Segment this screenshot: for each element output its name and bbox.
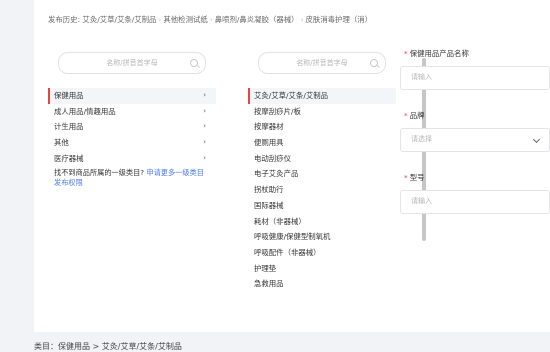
brand-label-text: 品牌 <box>409 111 425 120</box>
level1-search-box[interactable] <box>58 52 206 74</box>
selected-category-path: 类目：保健用品 > 艾灸/艾草/艾条/艾制品 <box>34 342 182 351</box>
level1-category-column: 保健用品 › 成人用品/情趣用品 › 计生用品 › 其他 › 医疗器械 › 找不… <box>48 48 216 332</box>
subcategory-item[interactable]: 电子艾灸产品 <box>248 166 396 182</box>
product-form: *保健用品产品名称 *品牌 *型号 <box>400 48 550 214</box>
publish-history: 发布历史: 艾灸/艾草/艾条/艾制品 › 其他检测试纸 › 鼻喷剂/鼻炎凝胶（器… <box>48 14 372 25</box>
category-item-family-planning[interactable]: 计生用品 › <box>48 119 216 135</box>
history-item[interactable]: 艾灸/艾草/艾条/艾制品 <box>82 14 156 25</box>
required-mark: * <box>404 111 408 120</box>
chevron-right-icon: › <box>203 138 206 147</box>
history-label: 发布历史: <box>48 15 81 24</box>
product-name-label: * 保健用品产品名称 <box>404 48 550 60</box>
category-item-other[interactable]: 其他 › <box>48 135 216 151</box>
history-item[interactable]: 其他检测试纸 <box>163 14 207 25</box>
required-mark: * <box>404 49 408 58</box>
category-not-found-note: 找不到商品所属的一级类目? 申请更多一级类目发布权限 <box>48 168 216 188</box>
subcategory-label: 呼吸健康/保健型制氧机 <box>254 232 331 242</box>
subcategory-item[interactable]: 急救用品 <box>248 276 396 292</box>
model-field[interactable] <box>400 190 550 214</box>
subcategory-item[interactable]: 耗材（非器械） <box>248 214 396 230</box>
chevron-right-icon: › <box>203 153 206 162</box>
brand-label: * 品牌 <box>404 110 550 122</box>
history-separator: › <box>300 15 304 24</box>
level2-search-input[interactable] <box>269 58 375 68</box>
category-item-label: 医疗器械 <box>54 153 84 163</box>
product-name-field[interactable] <box>400 66 550 90</box>
subcategory-item[interactable]: 电动刮痧仪 <box>248 151 396 167</box>
category-item-medical-devices[interactable]: 医疗器械 › <box>48 151 216 167</box>
category-item-label: 其他 <box>54 138 69 148</box>
subcategory-item[interactable]: 按摩器材 <box>248 119 396 135</box>
chevron-right-icon: › <box>203 122 206 131</box>
subcategory-label: 国际器械 <box>254 200 284 210</box>
chevron-down-icon <box>532 135 541 144</box>
category-item-health-products[interactable]: 保健用品 › <box>48 88 216 104</box>
subcategory-label: 急救用品 <box>254 279 284 289</box>
subcategory-label: 电子艾灸产品 <box>254 169 299 179</box>
subcategory-item[interactable]: 便厕用具 <box>248 135 396 151</box>
chevron-right-icon: › <box>203 106 206 115</box>
model-label: * 型号 <box>404 172 550 184</box>
level1-category-list: 保健用品 › 成人用品/情趣用品 › 计生用品 › 其他 › 医疗器械 › 找不… <box>48 88 216 188</box>
subcategory-item[interactable]: 呼吸配件（非器械） <box>248 245 396 261</box>
subcategory-label: 耗材（非器械） <box>254 216 306 226</box>
model-input[interactable] <box>409 196 533 206</box>
search-icon <box>190 59 198 67</box>
subcategory-item[interactable]: 呼吸健康/保健型制氧机 <box>248 229 396 245</box>
subcategory-item[interactable]: 按摩刮痧片/板 <box>248 104 396 120</box>
category-item-adult-products[interactable]: 成人用品/情趣用品 › <box>48 104 216 120</box>
history-item[interactable]: 皮肤消毒护理（消） <box>305 14 372 25</box>
model-label-text: 型号 <box>409 173 425 182</box>
level2-category-column: 艾灸/艾草/艾条/艾制品 按摩刮痧片/板 按摩器材 便厕用具 电动刮痧仪 电子艾… <box>248 48 396 332</box>
category-item-label: 计生用品 <box>54 122 84 132</box>
level2-search-box[interactable] <box>258 52 386 74</box>
history-item[interactable]: 鼻喷剂/鼻炎凝胶（器械） <box>215 14 299 25</box>
subcategory-label: 按摩器材 <box>254 122 284 132</box>
subcategory-label: 艾灸/艾草/艾条/艾制品 <box>254 91 328 100</box>
history-separator: › <box>209 15 213 24</box>
subcategory-label: 呼吸配件（非器械） <box>254 247 321 257</box>
subcategory-label: 电动刮痧仪 <box>254 153 291 163</box>
subcategory-label: 便厕用具 <box>254 138 284 148</box>
subcategory-item[interactable]: 拐杖助行 <box>248 182 396 198</box>
level2-category-list: 艾灸/艾草/艾条/艾制品 按摩刮痧片/板 按摩器材 便厕用具 电动刮痧仪 电子艾… <box>248 88 396 292</box>
product-name-label-text: 保健用品产品名称 <box>409 49 469 58</box>
subcategory-label: 护理垫 <box>254 263 277 273</box>
subcategory-label: 拐杖助行 <box>254 185 284 195</box>
brand-select[interactable] <box>400 128 550 152</box>
level1-search-input[interactable] <box>71 58 193 68</box>
subcategory-label: 按摩刮痧片/板 <box>254 106 301 116</box>
brand-select-input[interactable] <box>409 134 533 144</box>
subcategory-item[interactable]: 艾灸/艾草/艾条/艾制品 <box>248 88 396 104</box>
category-item-label: 成人用品/情趣用品 <box>54 106 116 116</box>
search-icon <box>370 59 378 67</box>
product-name-input[interactable] <box>409 72 533 82</box>
category-item-label: 保健用品 <box>54 91 84 100</box>
chevron-right-icon: › <box>203 91 206 99</box>
subcategory-item[interactable]: 护理垫 <box>248 261 396 277</box>
history-separator: › <box>158 15 162 24</box>
required-mark: * <box>404 173 408 182</box>
note-text: 找不到商品所属的一级类目? <box>54 168 145 178</box>
subcategory-item[interactable]: 国际器械 <box>248 198 396 214</box>
